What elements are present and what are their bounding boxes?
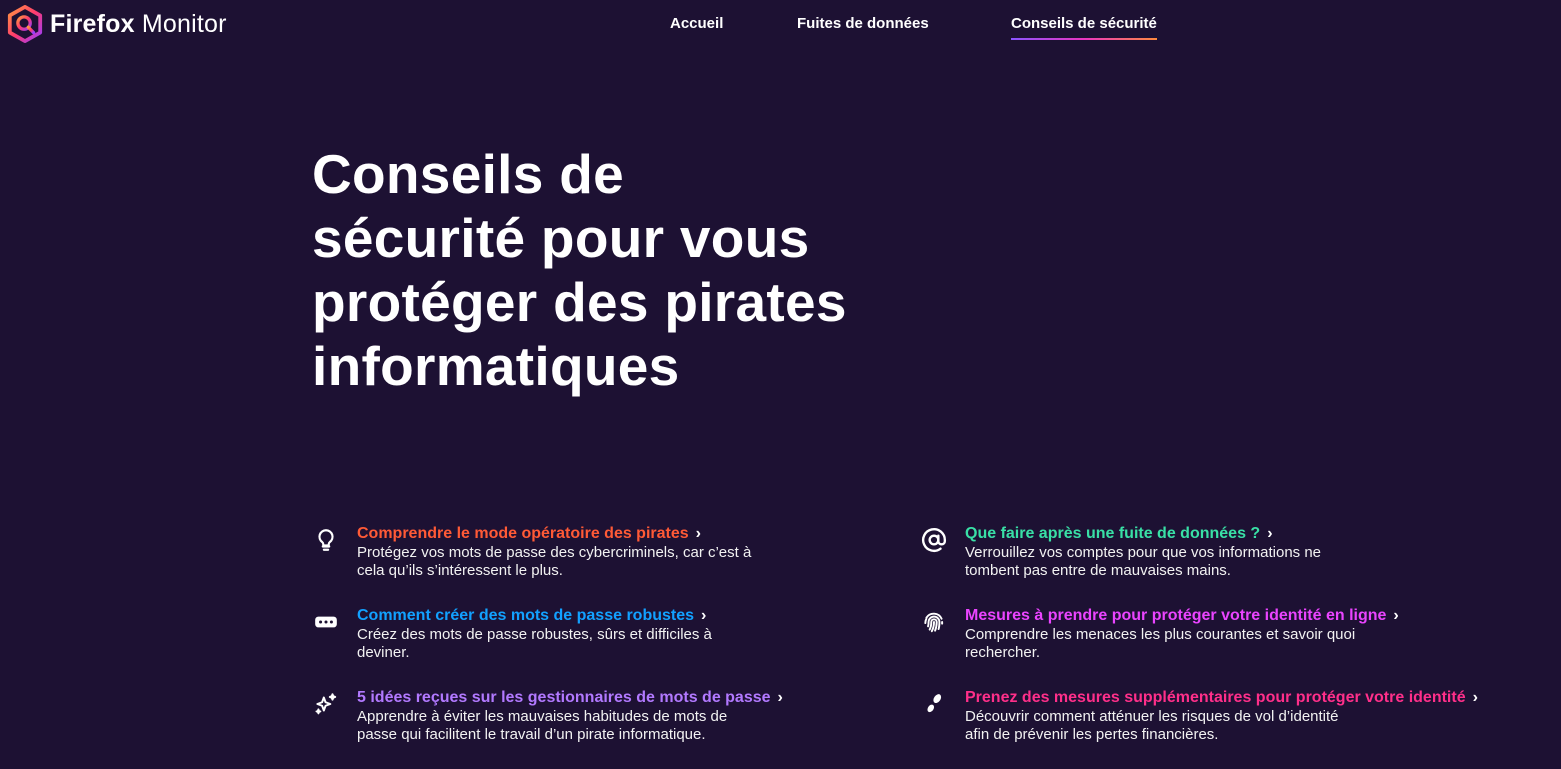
main-nav: Accueil Fuites de données Conseils de sé… — [0, 0, 1561, 50]
tip-strong-passwords-description: Créez des mots de passe robustes, sûrs e… — [357, 626, 712, 661]
at-sign-icon — [920, 526, 948, 554]
tip-password-manager-myths-link[interactable]: 5 idées reçues sur les gestionnaires de … — [357, 688, 783, 708]
chevron-right-icon: › — [777, 689, 783, 706]
chevron-right-icon: › — [1472, 689, 1478, 706]
sparkles-icon — [312, 690, 340, 718]
tip-after-breach-description: Verrouillez vos comptes pour que vos inf… — [965, 544, 1322, 579]
tip-hacker-methods-link[interactable]: Comprendre le mode opératoire des pirate… — [357, 524, 701, 544]
chevron-right-icon: › — [1267, 525, 1273, 542]
footprints-icon — [920, 690, 948, 718]
nav-fuites-de-donnees[interactable]: Fuites de données — [797, 14, 929, 34]
tip-password-manager-myths-description: Apprendre à éviter les mauvaises habitud… — [357, 708, 728, 743]
chevron-right-icon: › — [701, 607, 707, 624]
lightbulb-icon — [312, 526, 340, 554]
nav-accueil[interactable]: Accueil — [670, 14, 723, 34]
chevron-right-icon: › — [695, 525, 701, 542]
nav-conseils-de-securite[interactable]: Conseils de sécurité — [1011, 14, 1157, 40]
page-title: Conseils de sécurité pour vous protéger … — [312, 143, 847, 397]
tip-after-breach-link[interactable]: Que faire après une fuite de données ? › — [965, 524, 1273, 544]
tip-strong-passwords-link[interactable]: Comment créer des mots de passe robustes… — [357, 606, 706, 626]
tip-protect-identity-online-description: Comprendre les menaces les plus courante… — [965, 626, 1356, 661]
page: Firefox Monitor Accueil Fuites de donnée… — [0, 0, 1561, 769]
fingerprint-icon — [920, 608, 948, 636]
password-dots-icon — [312, 608, 340, 636]
tip-extra-identity-protection-description: Découvrir comment atténuer les risques d… — [965, 708, 1339, 743]
tip-extra-identity-protection-link[interactable]: Prenez des mesures supplémentaires pour … — [965, 688, 1478, 708]
chevron-right-icon: › — [1393, 607, 1399, 624]
tip-hacker-methods-description: Protégez vos mots de passe des cybercrim… — [357, 544, 752, 579]
tip-protect-identity-online-link[interactable]: Mesures à prendre pour protéger votre id… — [965, 606, 1399, 626]
